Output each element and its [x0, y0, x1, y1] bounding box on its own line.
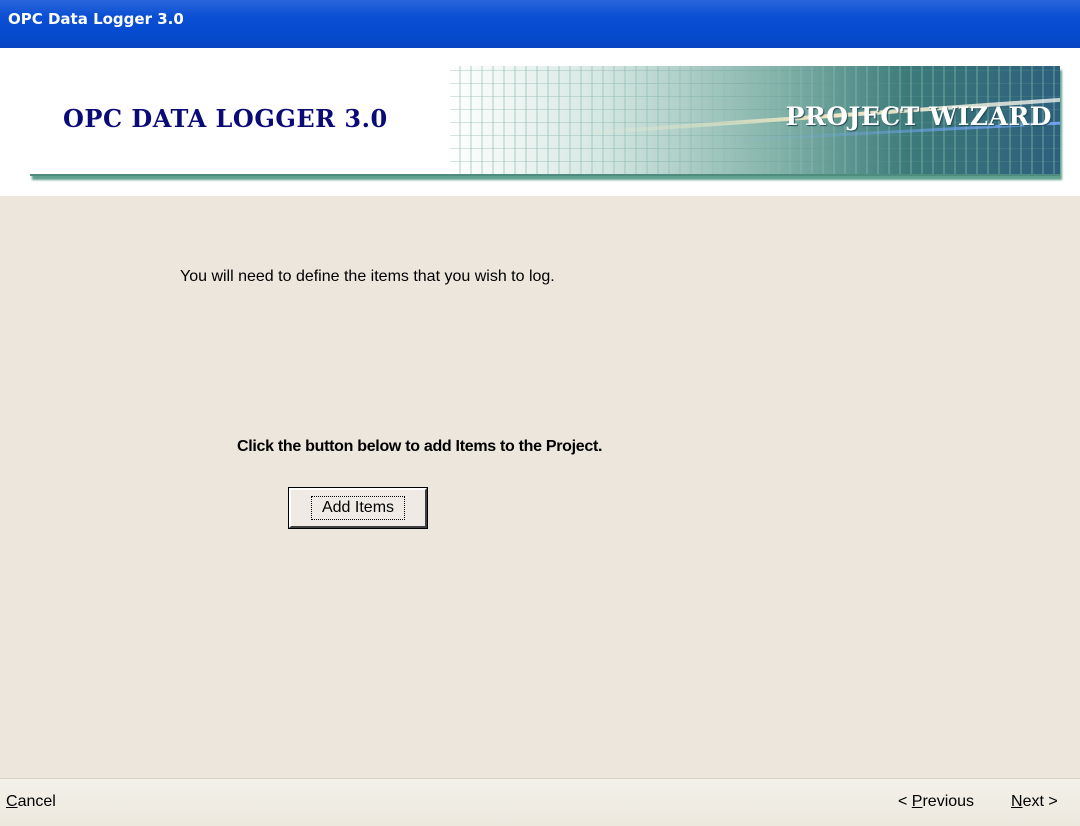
wizard-content: You will need to define the items that y… [0, 196, 1080, 778]
instruction-text: Click the button below to add Items to t… [237, 438, 603, 455]
window-title: OPC Data Logger 3.0 [8, 10, 184, 28]
previous-prefix: < [898, 793, 912, 810]
add-items-label: Add Items [310, 496, 406, 520]
cancel-label-rest: ancel [17, 793, 56, 810]
intro-text: You will need to define the items that y… [180, 268, 555, 285]
add-items-button[interactable]: Add Items [288, 487, 428, 529]
product-name: OPC DATA LOGGER 3.0 [63, 104, 388, 133]
window-titlebar: OPC Data Logger 3.0 [0, 0, 1080, 48]
previous-mnemonic: P [911, 793, 923, 810]
cancel-mnemonic: C [6, 793, 18, 810]
cancel-link[interactable]: Cancel [6, 793, 56, 811]
next-link[interactable]: Next > [1011, 793, 1058, 811]
next-mnemonic: N [1011, 793, 1023, 810]
next-label-rest: ext > [1022, 793, 1058, 810]
wizard-banner: OPC DATA LOGGER 3.0 PROJECT WIZARD [30, 66, 1060, 176]
header-area: OPC DATA LOGGER 3.0 PROJECT WIZARD [0, 48, 1080, 196]
previous-label-rest: revious [922, 793, 975, 810]
wizard-heading: PROJECT WIZARD [785, 102, 1052, 131]
previous-link[interactable]: < Previous [898, 793, 974, 811]
wizard-footer: Cancel < Previous Next > [0, 778, 1080, 826]
